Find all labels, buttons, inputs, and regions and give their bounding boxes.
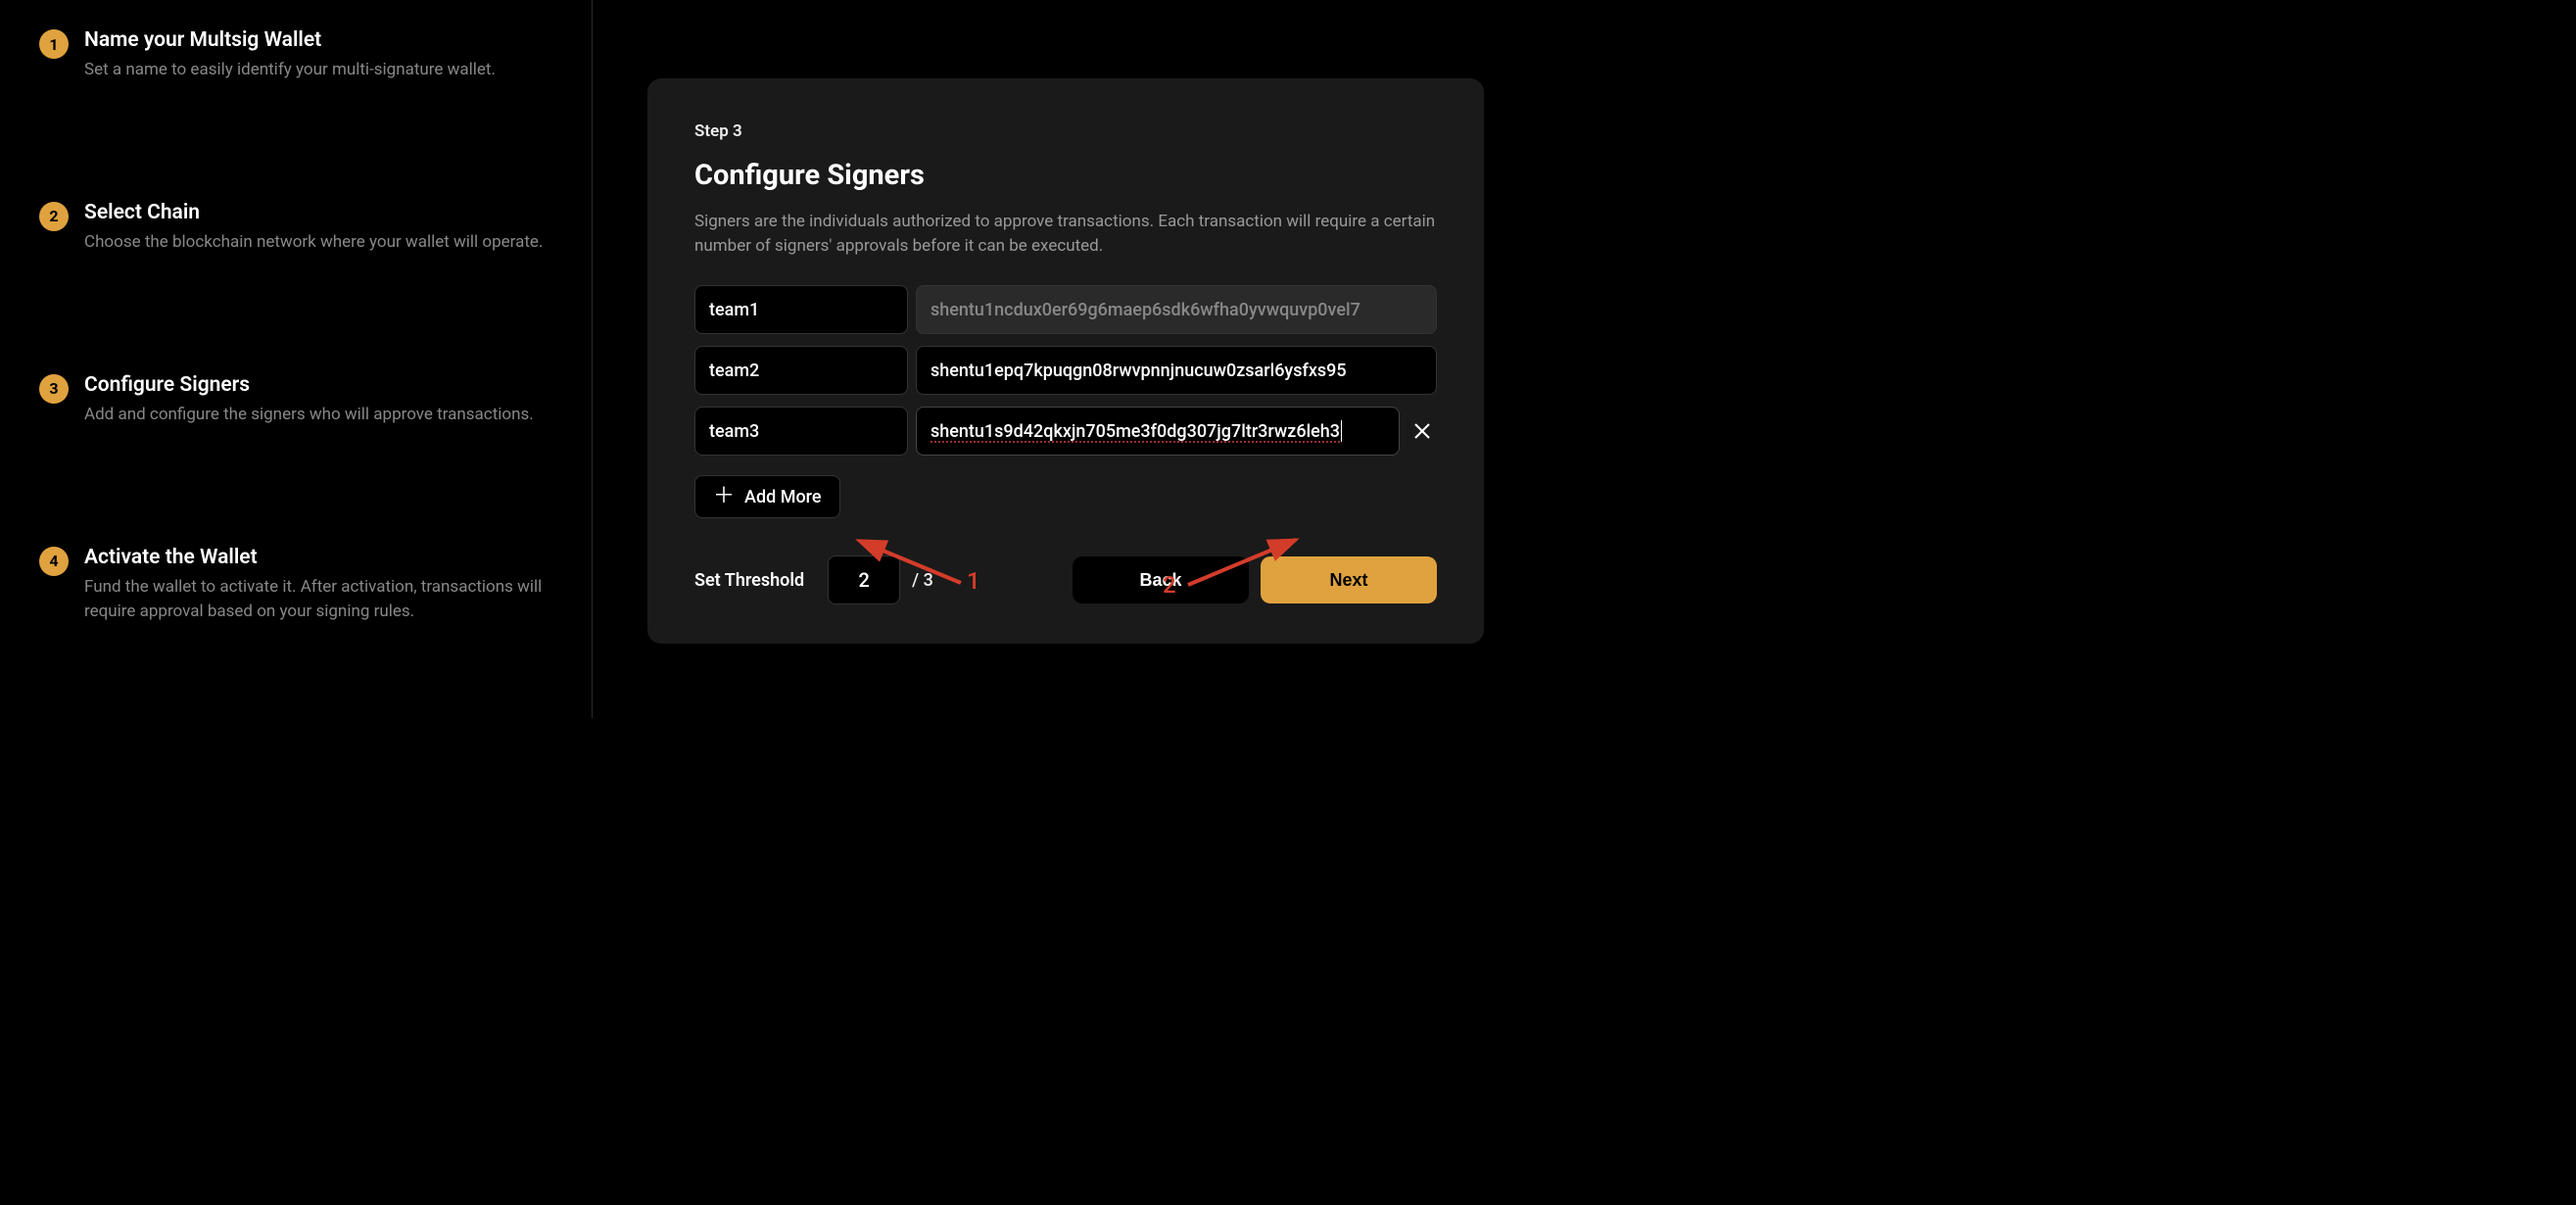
signer-name-input[interactable]: team1 — [694, 285, 908, 334]
add-more-button[interactable]: ＋ Add More — [694, 475, 840, 518]
step-title: Name your Multsig Wallet — [84, 27, 552, 54]
card-footer: Set Threshold 2 / 3 Back Next — [694, 555, 1437, 604]
text-caret — [1341, 420, 1342, 442]
remove-signer-button[interactable] — [1407, 416, 1437, 446]
step-title: Configure Signers — [84, 372, 552, 399]
step-badge: 1 — [39, 29, 69, 59]
step-desc: Choose the blockchain network where your… — [84, 230, 552, 255]
signer-row-2: team2 shentu1epq7kpuqgn08rwvpnnjnucuw0zs… — [694, 346, 1437, 395]
close-icon — [1412, 421, 1432, 441]
step-label: Step 3 — [694, 121, 1437, 141]
next-button[interactable]: Next — [1261, 556, 1437, 603]
signer-row-1: team1 shentu1ncdux0er69g6maep6sdk6wfha0y… — [694, 285, 1437, 334]
content-panel: Step 3 Configure Signers Signers are the… — [593, 0, 1528, 718]
plus-icon: ＋ — [713, 486, 735, 507]
step-desc: Add and configure the signers who will a… — [84, 403, 552, 427]
app-root: 1 Name your Multsig Wallet Set a name to… — [0, 0, 1528, 718]
threshold-total: / 3 — [912, 570, 933, 591]
step-desc: Fund the wallet to activate it. After ac… — [84, 575, 552, 623]
signer-address-input[interactable]: shentu1s9d42qkxjn705me3f0dg307jg7ltr3rwz… — [916, 407, 1400, 456]
signer-name-input[interactable]: team3 — [694, 407, 908, 456]
step-item-4[interactable]: 4 Activate the Wallet Fund the wallet to… — [39, 545, 552, 624]
threshold-input[interactable]: 2 — [828, 555, 900, 604]
step-badge: 2 — [39, 202, 69, 231]
card-title: Configure Signers — [694, 159, 1437, 192]
signer-address-input[interactable]: shentu1epq7kpuqgn08rwvpnnjnucuw0zsarl6ys… — [916, 346, 1437, 395]
threshold-label: Set Threshold — [694, 570, 804, 591]
add-more-label: Add More — [744, 487, 822, 507]
signer-row-3: team3 shentu1s9d42qkxjn705me3f0dg307jg7l… — [694, 407, 1437, 456]
step-desc: Set a name to easily identify your multi… — [84, 58, 552, 82]
step-item-1[interactable]: 1 Name your Multsig Wallet Set a name to… — [39, 27, 552, 82]
step-item-3[interactable]: 3 Configure Signers Add and configure th… — [39, 372, 552, 427]
step-badge: 4 — [39, 547, 69, 576]
back-button[interactable]: Back — [1073, 556, 1249, 603]
step-item-2[interactable]: 2 Select Chain Choose the blockchain net… — [39, 200, 552, 255]
stepper-panel: 1 Name your Multsig Wallet Set a name to… — [0, 0, 593, 718]
card-description: Signers are the individuals authorized t… — [694, 210, 1437, 258]
step-title: Select Chain — [84, 200, 552, 226]
signer-address-input: shentu1ncdux0er69g6maep6sdk6wfha0yvwquvp… — [916, 285, 1437, 334]
signer-name-input[interactable]: team2 — [694, 346, 908, 395]
configure-signers-card: Step 3 Configure Signers Signers are the… — [647, 78, 1484, 644]
step-badge: 3 — [39, 374, 69, 404]
step-title: Activate the Wallet — [84, 545, 552, 571]
